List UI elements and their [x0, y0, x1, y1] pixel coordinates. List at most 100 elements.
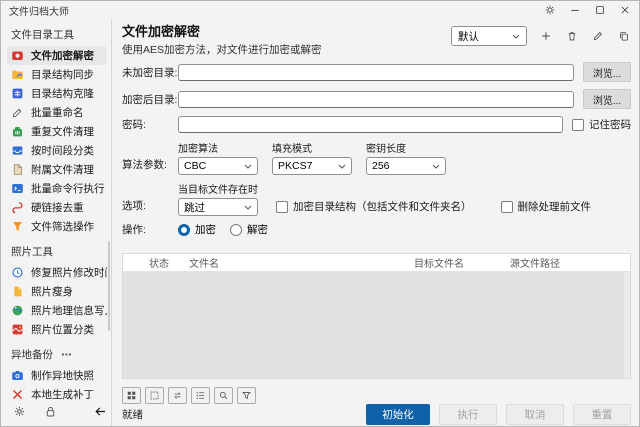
sidebar-item-label: 重复文件清理	[31, 124, 94, 139]
attach-clean-icon	[11, 163, 24, 176]
initialize-button[interactable]: 初始化	[366, 404, 430, 425]
time-classify-icon	[11, 144, 24, 157]
options-checkboxes: 加密目录结构（包括文件和文件夹名） 删除处理前文件	[272, 199, 591, 216]
table-header: 状态 文件名 目标文件名 源文件路径	[123, 254, 630, 272]
checkbox[interactable]	[501, 201, 513, 213]
sidebar-item-time-classify[interactable]: 按时间段分类	[7, 141, 107, 160]
sidebar-item-attach-clean[interactable]: 附属文件清理	[7, 160, 107, 179]
checkbox[interactable]	[572, 119, 584, 131]
chevron-down-icon	[512, 34, 520, 39]
sidebar-item-dir-sync[interactable]: 目录结构同步	[7, 65, 107, 84]
sidebar-item-dir-clone[interactable]: 目录结构克隆	[7, 84, 107, 103]
radio-label: 加密	[195, 222, 216, 237]
hardlink-dedup-icon	[11, 201, 24, 214]
sidebar-item-photo-slim[interactable]: 照片瘦身	[7, 282, 107, 301]
sidebar-item-photo-geo-write[interactable]: 照片地理信息写入	[7, 301, 107, 320]
browse-button[interactable]: 浏览...	[583, 62, 631, 82]
theme-icon[interactable]	[542, 3, 558, 17]
execute-button[interactable]: 执行	[439, 404, 497, 425]
dropdown-label: 密钥长度	[366, 140, 446, 155]
sidebar-item-label: 硬链接去重	[31, 200, 84, 215]
search-icon[interactable]	[214, 387, 233, 404]
target-dir-input[interactable]	[178, 91, 574, 108]
delete-original-checkbox-group[interactable]: 删除处理前文件	[501, 199, 592, 214]
photo-geo-write-icon	[11, 304, 24, 317]
field-row-target-dir: 加密后目录: 浏览...	[122, 89, 631, 109]
add-icon[interactable]	[538, 29, 553, 44]
table-empty-area	[123, 272, 624, 378]
browse-button[interactable]: 浏览...	[583, 89, 631, 109]
profile-controls: 默认	[451, 24, 631, 46]
filter-icon[interactable]	[237, 387, 256, 404]
field-row-source-dir: 未加密目录: 浏览...	[122, 62, 631, 82]
more-ellipsis-icon[interactable]: ⋯	[61, 349, 73, 361]
chevron-down-icon	[244, 164, 252, 169]
sidebar-item-duplicate-clean[interactable]: 重复文件清理	[7, 122, 107, 141]
column-header-target-filename[interactable]: 目标文件名	[410, 255, 506, 270]
content: 文件目录工具 文件加密解密 目录结构同步 目录结构克隆 批量重命名 重复文件清理	[1, 19, 639, 426]
checkbox[interactable]	[276, 201, 288, 213]
edit-icon[interactable]	[590, 29, 605, 44]
column-header-status[interactable]: 状态	[145, 255, 185, 270]
sidebar-item-patch-generate[interactable]: 本地生成补丁	[7, 385, 107, 404]
sidebar-item-file-filter[interactable]: 文件筛选操作	[7, 217, 107, 236]
profile-select[interactable]: 默认	[451, 26, 527, 46]
cancel-button[interactable]: 取消	[506, 404, 564, 425]
titlebar: 文件归档大师	[1, 1, 639, 19]
file-table: 状态 文件名 目标文件名 源文件路径	[122, 253, 631, 379]
close-icon[interactable]	[617, 3, 633, 17]
sidebar-item-label: 批量重命名	[31, 105, 84, 120]
collapse-arrow-icon[interactable]	[93, 405, 108, 418]
deselect-icon[interactable]	[145, 387, 164, 404]
sidebar-item-batch-cmd[interactable]: 批量命令行执行	[7, 179, 107, 198]
column-header-filename[interactable]: 文件名	[185, 255, 410, 270]
sidebar-item-label: 修复照片修改时间	[31, 265, 107, 280]
minimize-icon[interactable]	[567, 3, 583, 17]
invert-selection-icon[interactable]	[168, 387, 187, 404]
cipher-mode-select[interactable]: CBC	[178, 157, 258, 175]
field-row-password: 密码: 记住密码	[122, 116, 631, 133]
list-icon[interactable]	[191, 387, 210, 404]
sidebar-item-label: 附属文件清理	[31, 162, 94, 177]
decrypt-radio-group[interactable]: 解密	[230, 222, 268, 237]
sidebar-section-header: 文件目录工具	[11, 27, 111, 42]
column-header-source-path[interactable]: 源文件路径	[506, 255, 630, 270]
sidebar-item-photo-location[interactable]: 照片位置分类	[7, 320, 107, 339]
folder-sync-icon	[11, 68, 24, 81]
checkbox-label: 删除处理前文件	[518, 199, 592, 214]
file-exists-select[interactable]: 跳过	[178, 198, 258, 216]
key-length-select[interactable]: 256	[366, 157, 446, 175]
copy-icon[interactable]	[616, 29, 631, 44]
source-dir-input[interactable]	[178, 64, 574, 81]
encrypt-radio-group[interactable]: 加密	[178, 222, 216, 237]
select-all-icon[interactable]	[122, 387, 141, 404]
status-text: 就绪	[122, 407, 143, 422]
delete-icon[interactable]	[564, 29, 579, 44]
batch-rename-icon	[11, 106, 24, 119]
cipher-mode-group: 加密算法 CBC	[178, 140, 258, 175]
structure-clone-icon	[11, 87, 24, 100]
sidebar-item-hardlink-dedup[interactable]: 硬链接去重	[7, 198, 107, 217]
radio-selected[interactable]	[178, 224, 190, 236]
sidebar-scrollbar[interactable]	[108, 241, 110, 331]
chevron-down-icon	[432, 164, 440, 169]
page-subtitle: 使用AES加密方法，对文件进行加密或解密	[122, 42, 322, 57]
encrypt-structure-checkbox-group[interactable]: 加密目录结构（包括文件和文件夹名）	[276, 199, 472, 214]
algo-params-label: 算法参数:	[122, 157, 178, 175]
sidebar-item-photo-time-fix[interactable]: 修复照片修改时间	[7, 263, 107, 282]
lock-icon[interactable]	[44, 405, 57, 418]
maximize-icon[interactable]	[592, 3, 608, 17]
radio[interactable]	[230, 224, 242, 236]
table-vertical-scrollbar[interactable]	[624, 272, 630, 378]
reset-button[interactable]: 重置	[573, 404, 631, 425]
padding-mode-select[interactable]: PKCS7	[272, 157, 352, 175]
sidebar-item-file-encrypt[interactable]: 文件加密解密	[7, 46, 107, 65]
photo-slim-icon	[11, 285, 24, 298]
sidebar-item-snapshot[interactable]: 制作异地快照	[7, 366, 107, 385]
password-input[interactable]	[178, 116, 563, 133]
remember-password-checkbox-group[interactable]: 记住密码	[572, 117, 631, 132]
page-heading: 文件加密解密 使用AES加密方法，对文件进行加密或解密	[122, 24, 322, 57]
sidebar-item-label: 文件加密解密	[31, 48, 94, 63]
settings-gear-icon[interactable]	[13, 405, 26, 418]
sidebar-item-batch-rename[interactable]: 批量重命名	[7, 103, 107, 122]
